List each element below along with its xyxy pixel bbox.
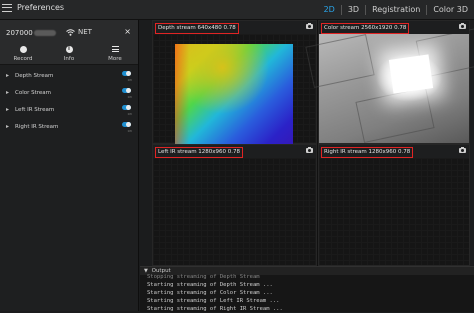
stream-viewer: Depth stream 640x480 0.78 Color stream 2…	[152, 20, 474, 266]
stream-toggle[interactable]	[122, 71, 131, 76]
camera-icon[interactable]	[306, 147, 313, 153]
tab-2d[interactable]: 2D	[318, 0, 341, 19]
toggle-state: on	[127, 112, 132, 116]
log-line: Starting streaming of Depth Stream ...	[147, 282, 273, 288]
record-icon	[19, 45, 27, 53]
record-button[interactable]: Record	[0, 44, 46, 62]
pane-header: Color stream 2560x1920 0.78	[319, 21, 469, 34]
top-bar: Preferences 2D 3D Registration Color 3D	[0, 0, 474, 20]
output-panel: ▼ Output Stopping streaming of Depth Str…	[140, 266, 474, 312]
log-line: Stopping streaming of Depth Stream	[147, 274, 260, 280]
pane-header: Right IR stream 1280x960 0.78	[319, 145, 469, 158]
hamburger-icon	[2, 3, 12, 12]
record-label: Record	[13, 56, 33, 62]
wifi-icon	[66, 28, 75, 36]
camera-icon[interactable]	[459, 147, 466, 153]
tab-color-3d[interactable]: Color 3D	[427, 0, 474, 19]
chevron-right-icon[interactable]: ▸	[6, 72, 9, 79]
toggle-state: on	[127, 95, 132, 99]
more-label: More	[108, 56, 122, 62]
color-stream-tag: Color stream 2560x1920 0.78	[321, 23, 410, 34]
preferences-label: Preferences	[17, 3, 65, 12]
info-label: Info	[63, 56, 75, 62]
color-pane: Color stream 2560x1920 0.78	[305, 20, 474, 144]
stream-label: Right IR Stream	[15, 124, 59, 130]
stream-toggle[interactable]	[122, 105, 131, 110]
menu-icon	[111, 46, 119, 52]
toggle-state: on	[127, 78, 132, 82]
stream-label: Depth Stream	[15, 73, 54, 79]
stream-item-color[interactable]: ▸ Color Stream on	[0, 85, 138, 102]
tab-3d[interactable]: 3D	[342, 0, 365, 19]
pane-header: Left IR stream 1280x960 0.78	[153, 145, 316, 158]
pane-background	[319, 158, 469, 265]
ceiling-light	[388, 54, 434, 94]
depth-image	[175, 44, 293, 160]
log-line: Starting streaming of Left IR Stream ...	[147, 298, 280, 304]
pane-header: Depth stream 640x480 0.78	[153, 21, 316, 34]
device-header: 207000 NET × Record i Info More	[0, 20, 138, 65]
right-ir-pane: Right IR stream 1280x960 0.78	[318, 144, 470, 266]
sidebar: 207000 NET × Record i Info More ▸ Depth …	[0, 20, 139, 311]
log-line: Starting streaming of Right IR Stream ..…	[147, 306, 283, 312]
device-serial: 207000	[6, 29, 33, 37]
chevron-right-icon[interactable]: ▸	[6, 106, 9, 113]
color-image	[305, 27, 474, 144]
view-tabs: 2D 3D Registration Color 3D	[318, 0, 474, 19]
tab-registration[interactable]: Registration	[366, 0, 426, 19]
info-icon: i	[65, 45, 73, 53]
more-button[interactable]: More	[92, 44, 138, 62]
stream-label: Color Stream	[15, 90, 52, 96]
depth-stream-tag: Depth stream 640x480 0.78	[155, 23, 239, 34]
device-actions: Record i Info More	[0, 44, 138, 62]
connection-label: NET	[78, 28, 92, 36]
stream-list: ▸ Depth Stream on ▸ Color Stream on ▸ Le…	[0, 68, 138, 136]
close-icon[interactable]: ×	[124, 27, 131, 36]
stream-toggle[interactable]	[122, 122, 131, 127]
right-ir-stream-tag: Right IR stream 1280x960 0.78	[321, 147, 414, 158]
log-line: Starting streaming of Color Stream ...	[147, 290, 273, 296]
connection-status: NET	[66, 28, 92, 36]
preferences-button[interactable]: Preferences	[2, 3, 64, 12]
device-name: 207000	[6, 29, 56, 37]
info-button[interactable]: i Info	[46, 44, 92, 62]
output-log: Stopping streaming of Depth Stream Start…	[147, 274, 283, 313]
stream-item-left-ir[interactable]: ▸ Left IR Stream on	[0, 102, 138, 119]
pane-background	[153, 158, 316, 265]
stream-label: Left IR Stream	[15, 107, 55, 113]
stream-toggle[interactable]	[122, 88, 131, 93]
camera-icon[interactable]	[306, 23, 313, 29]
left-ir-stream-tag: Left IR stream 1280x960 0.78	[155, 147, 244, 158]
redacted-serial	[33, 30, 56, 36]
left-ir-pane: Left IR stream 1280x960 0.78	[152, 144, 317, 266]
chevron-right-icon[interactable]: ▸	[6, 89, 9, 96]
stream-item-depth[interactable]: ▸ Depth Stream on	[0, 68, 138, 85]
chevron-right-icon[interactable]: ▸	[6, 123, 9, 130]
camera-icon[interactable]	[459, 23, 466, 29]
depth-pane: Depth stream 640x480 0.78	[152, 20, 317, 160]
toggle-state: on	[127, 129, 132, 133]
stream-item-right-ir[interactable]: ▸ Right IR Stream on	[0, 119, 138, 136]
